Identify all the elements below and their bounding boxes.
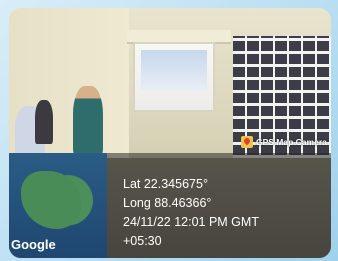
longitude-text: Long 88.46366° bbox=[123, 196, 212, 210]
location-info-panel: Lat 22.345675° Long 88.46366° 24/11/22 1… bbox=[107, 153, 331, 258]
map-landmass bbox=[21, 171, 81, 229]
photo-frame: GPS Map Camera Google Lat 22.345675° Lon… bbox=[9, 8, 331, 258]
projected-slide bbox=[141, 50, 207, 90]
gps-map-camera-badge: GPS Map Camera bbox=[241, 134, 327, 150]
map-thumbnail: Google bbox=[9, 153, 107, 258]
person-background bbox=[35, 100, 53, 144]
google-logo-label: Google bbox=[11, 237, 56, 252]
projection-screen bbox=[133, 42, 215, 112]
latitude-text: Lat 22.345675° bbox=[123, 177, 208, 191]
gps-brand-label: GPS Map Camera bbox=[256, 137, 327, 147]
timezone-text: +05:30 bbox=[123, 234, 162, 248]
person-presenter bbox=[73, 86, 103, 156]
datetime-text: 24/11/22 12:01 PM GMT bbox=[123, 215, 259, 229]
gps-map-camera-icon bbox=[241, 136, 253, 148]
